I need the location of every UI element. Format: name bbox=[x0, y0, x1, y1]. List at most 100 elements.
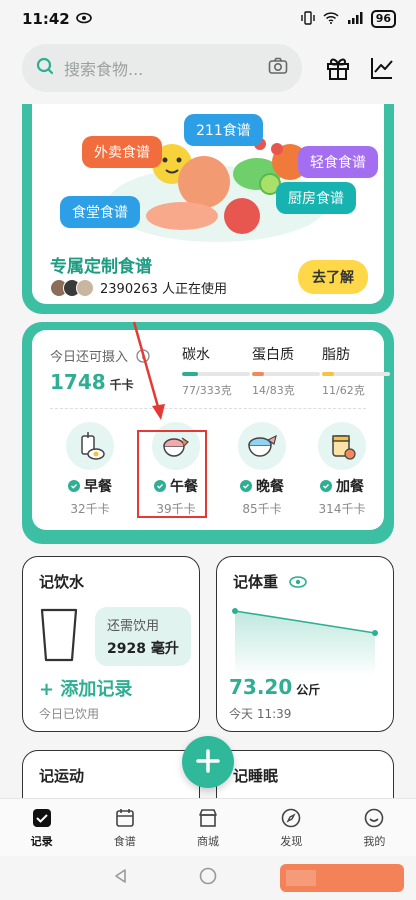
eye-icon bbox=[75, 10, 92, 28]
add-button[interactable] bbox=[182, 736, 234, 788]
learn-more-button[interactable]: 去了解 bbox=[298, 260, 368, 294]
watermark-logo bbox=[278, 858, 408, 898]
macro-carbs[interactable]: 碳水 77/333克 bbox=[182, 344, 250, 398]
weight-trend-chart bbox=[232, 608, 378, 677]
snack-icon bbox=[318, 422, 366, 470]
macro-value: 14/83克 bbox=[252, 384, 295, 397]
meal-name: 加餐 bbox=[336, 479, 364, 495]
sleep-card-title: 记睡眠 bbox=[233, 767, 279, 785]
check-icon bbox=[240, 480, 252, 492]
banner-title: 专属定制食谱 bbox=[50, 257, 152, 277]
plus-icon bbox=[195, 742, 221, 783]
water-card-title: 记饮水 bbox=[39, 573, 85, 591]
eye-icon[interactable] bbox=[289, 574, 308, 592]
meal-name: 早餐 bbox=[84, 479, 112, 495]
macro-value: 11/62克 bbox=[322, 384, 365, 397]
nav-label: 记录 bbox=[30, 835, 53, 848]
daily-intake-content: 今日还可摄入 1748 千卡 碳水 77/333克 蛋白质 14/83克 脂肪 1… bbox=[32, 330, 390, 530]
home-icon[interactable] bbox=[199, 867, 217, 889]
remaining-label: 今日还可摄入 bbox=[50, 346, 150, 367]
add-water-record-button[interactable]: + 添加记录 bbox=[39, 675, 132, 701]
bottom-nav: 记录 食谱 商城 发现 我的 bbox=[0, 798, 416, 856]
nav-discover[interactable]: 发现 bbox=[250, 799, 333, 856]
water-remaining-bubble: 还需饮用 2928 毫升 bbox=[95, 607, 191, 666]
chip-takeout-recipe[interactable]: 外卖食谱 bbox=[82, 136, 162, 168]
dinner-icon bbox=[238, 422, 286, 470]
back-icon[interactable] bbox=[113, 868, 129, 888]
nav-shop[interactable]: 商城 bbox=[166, 799, 249, 856]
search-icon bbox=[36, 57, 54, 79]
today-drank-label: 今日已饮用 bbox=[39, 707, 100, 721]
users-count-text: 2390263 人正在使用 bbox=[100, 282, 228, 297]
remaining-calories: 1748 千卡 bbox=[50, 370, 134, 394]
signal-icon bbox=[347, 11, 363, 27]
gift-icon[interactable] bbox=[322, 52, 354, 84]
status-time: 11:42 bbox=[22, 10, 70, 28]
chip-kitchen-recipe[interactable]: 厨房食谱 bbox=[276, 182, 356, 214]
water-card[interactable]: 记饮水 还需饮用 2928 毫升 + 添加记录 今日已饮用 bbox=[22, 556, 200, 732]
exercise-card-title: 记运动 bbox=[39, 767, 85, 785]
macro-progress-bar bbox=[182, 372, 250, 376]
status-bar: 11:42 96 bbox=[0, 0, 416, 38]
macro-fat[interactable]: 脂肪 11/62克 bbox=[322, 344, 390, 398]
recipe-banner-content: 外卖食谱 211食谱 轻食食谱 食堂食谱 厨房食谱 专属定制食谱 2390263… bbox=[32, 104, 384, 304]
weight-card-title: 记体重 bbox=[233, 571, 308, 592]
nav-label: 发现 bbox=[280, 835, 303, 848]
macro-progress-bar bbox=[252, 372, 320, 376]
macro-progress-fill bbox=[322, 372, 335, 376]
weight-value: 73.20 公斤 bbox=[229, 675, 321, 699]
compass-icon bbox=[280, 807, 302, 829]
cup-icon bbox=[39, 607, 79, 667]
weight-time: 今天 11:39 bbox=[229, 707, 292, 721]
macro-progress-fill bbox=[252, 372, 264, 376]
calorie-unit: 千卡 bbox=[109, 378, 134, 392]
macro-name: 脂肪 bbox=[322, 347, 350, 363]
meal-snack[interactable]: 加餐 314千卡 bbox=[302, 422, 382, 517]
chip-light-recipe[interactable]: 轻食食谱 bbox=[298, 146, 378, 178]
macro-progress-bar bbox=[322, 372, 390, 376]
meal-calories: 32千卡 bbox=[70, 502, 110, 516]
divider bbox=[50, 408, 366, 409]
macro-progress-fill bbox=[182, 372, 198, 376]
nav-record[interactable]: 记录 bbox=[0, 799, 83, 856]
nav-label: 商城 bbox=[197, 835, 219, 848]
weight-card[interactable]: 记体重 73.20 公斤 今天 11:39 bbox=[216, 556, 394, 732]
trend-chart-icon[interactable] bbox=[366, 52, 398, 84]
chip-211-recipe[interactable]: 211食谱 bbox=[184, 114, 263, 146]
wifi-icon bbox=[323, 11, 339, 27]
search-bar[interactable]: 搜索食物... bbox=[22, 44, 302, 92]
smile-icon bbox=[363, 807, 385, 829]
meal-dinner[interactable]: 晚餐 85千卡 bbox=[222, 422, 302, 517]
record-icon bbox=[31, 807, 53, 829]
nav-recipes[interactable]: 食谱 bbox=[83, 799, 166, 856]
meal-name: 晚餐 bbox=[256, 479, 284, 495]
meal-breakfast[interactable]: 早餐 32千卡 bbox=[50, 422, 130, 517]
meal-calories: 314千卡 bbox=[318, 502, 366, 516]
users-count-row: 2390263 人正在使用 bbox=[50, 278, 227, 297]
avatar-group bbox=[50, 278, 94, 297]
macro-name: 碳水 bbox=[182, 347, 210, 363]
chip-canteen-recipe[interactable]: 食堂食谱 bbox=[60, 196, 140, 228]
check-icon bbox=[68, 480, 80, 492]
daily-intake-card: 今日还可摄入 1748 千卡 碳水 77/333克 蛋白质 14/83克 脂肪 1… bbox=[22, 322, 394, 544]
search-input[interactable]: 搜索食物... bbox=[64, 56, 258, 80]
meal-calories: 85千卡 bbox=[242, 502, 282, 516]
water-remaining-label: 还需饮用 bbox=[107, 619, 160, 634]
nav-label: 我的 bbox=[363, 835, 386, 848]
avatar bbox=[76, 278, 94, 297]
macro-name: 蛋白质 bbox=[252, 347, 294, 363]
calendar-icon bbox=[114, 807, 136, 829]
store-icon bbox=[197, 807, 219, 829]
vibrate-icon bbox=[300, 10, 315, 28]
info-icon[interactable] bbox=[136, 348, 150, 367]
recipe-banner[interactable]: 外卖食谱 211食谱 轻食食谱 食堂食谱 厨房食谱 专属定制食谱 2390263… bbox=[22, 104, 394, 314]
macro-protein[interactable]: 蛋白质 14/83克 bbox=[252, 344, 320, 398]
weight-unit: 公斤 bbox=[296, 683, 321, 697]
nav-profile[interactable]: 我的 bbox=[333, 799, 416, 856]
water-remaining-value: 2928 毫升 bbox=[107, 641, 179, 657]
macro-value: 77/333克 bbox=[182, 384, 232, 397]
camera-icon[interactable] bbox=[268, 57, 288, 79]
check-icon bbox=[320, 480, 332, 492]
battery-indicator: 96 bbox=[370, 10, 396, 28]
lunch-highlight-box bbox=[137, 430, 207, 518]
